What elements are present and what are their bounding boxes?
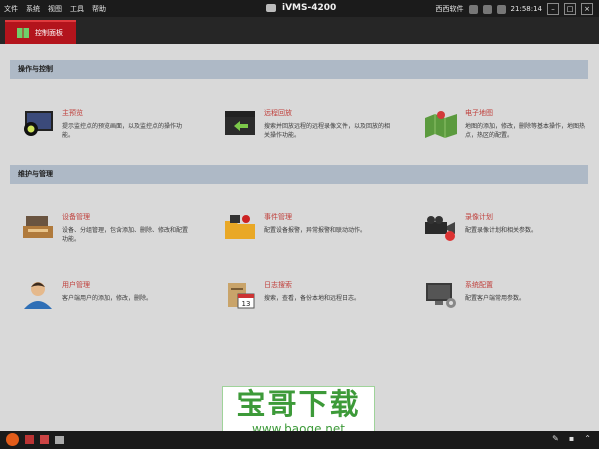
item-record-schedule[interactable]: 录像计划配置录像计划和相关参数。: [423, 212, 593, 252]
item-title: 用户管理: [62, 281, 90, 289]
item-log-search[interactable]: 13 日志搜索搜索，查看，备份本地和远程日志。: [222, 280, 392, 320]
volume-icon[interactable]: [496, 4, 506, 14]
item-desc: 配置录像计划和相关参数。: [465, 227, 538, 234]
clock-time: 21:58:14: [510, 5, 542, 13]
item-main-preview[interactable]: 主预览提示监控点的预览画面，以及监控点的操作功能。: [20, 108, 190, 148]
image-icon[interactable]: [40, 435, 49, 444]
item-title: 远程回放: [264, 109, 292, 117]
lock-icon[interactable]: [468, 4, 478, 14]
alarm-warning-icon[interactable]: [6, 433, 19, 446]
collapse-up-icon[interactable]: ⌃: [584, 434, 591, 443]
user-icon: [24, 282, 52, 309]
system-config-icon: [426, 283, 456, 308]
title-bar: 文件 系统 视图 工具 帮助 iVMS-4200 西西软件 21:58:14 –…: [0, 0, 599, 17]
app-title-text: iVMS-4200: [282, 3, 337, 13]
item-desc: 设备、分组管理，包含添加、删除、修改和配置功能。: [62, 227, 189, 243]
item-desc: 提示监控点的预览画面，以及监控点的操作功能。: [62, 123, 183, 139]
speaker-icon[interactable]: [55, 435, 64, 444]
menu-tools[interactable]: 工具: [70, 4, 84, 14]
tab-control-panel[interactable]: 控制面板: [5, 20, 76, 44]
playback-clapper-icon: [225, 111, 255, 135]
user-name: 西西软件: [435, 5, 464, 13]
item-title: 事件管理: [264, 213, 292, 221]
svg-text:13: 13: [242, 300, 251, 308]
camera-logo-icon: [266, 4, 276, 12]
event-folder-icon: [225, 215, 255, 239]
tab-label: 控制面板: [35, 29, 63, 37]
window-restore-icon[interactable]: ▪: [569, 434, 574, 443]
status-area: 西西软件 21:58:14 – □ ×: [436, 3, 593, 15]
maximize-button[interactable]: □: [564, 3, 576, 15]
menu-file[interactable]: 文件: [4, 4, 18, 14]
item-title: 主预览: [62, 109, 83, 117]
item-desc: 客户端用户的添加，修改，删除。: [62, 295, 153, 302]
item-title: 系统配置: [465, 281, 493, 289]
menu-system[interactable]: 系统: [26, 4, 40, 14]
item-desc: 配置客户端常用参数。: [465, 295, 526, 302]
item-system-config[interactable]: 系统配置配置客户端常用参数。: [423, 280, 593, 320]
item-title: 设备管理: [62, 213, 90, 221]
section-maintenance-management: 维护与管理: [10, 165, 588, 184]
tab-bar: 控制面板: [0, 17, 599, 44]
close-button[interactable]: ×: [581, 3, 593, 15]
item-desc: 配置设备报警，异常报警和联动动作。: [264, 227, 367, 234]
item-e-map[interactable]: 电子地图地图的添加，修改，删除等基本操作，地图热点，热区的配置。: [423, 108, 593, 148]
pin-icon[interactable]: ✎: [552, 434, 559, 443]
item-desc: 搜索并回放远程的远程录像文件，以及回放的相关操作功能。: [264, 123, 391, 139]
grid-icon: [17, 28, 29, 38]
item-user-management[interactable]: 用户管理客户端用户的添加，修改，删除。: [20, 280, 190, 320]
item-title: 日志搜索: [264, 281, 292, 289]
item-event-management[interactable]: 事件管理配置设备报警，异常报警和联动动作。: [222, 212, 392, 252]
monitor-preview-icon: [24, 111, 53, 136]
menu-bar: 文件 系统 视图 工具 帮助: [4, 4, 106, 14]
watermark-title: 宝哥下载: [236, 387, 361, 421]
item-remote-playback[interactable]: 远程回放搜索并回放远程的远程录像文件，以及回放的相关操作功能。: [222, 108, 392, 148]
map-icon: [425, 111, 457, 138]
item-desc: 搜索，查看，备份本地和远程日志。: [264, 295, 361, 302]
minimize-button[interactable]: –: [547, 3, 559, 15]
calendar-log-icon: 13: [228, 283, 255, 309]
item-title: 电子地图: [465, 109, 493, 117]
device-icon: [23, 216, 53, 238]
user-status-icon[interactable]: [25, 435, 34, 444]
section-operation-control: 操作与控制: [10, 60, 588, 79]
video-camera-icon: [425, 216, 455, 241]
app-title: iVMS-4200: [266, 3, 336, 13]
alarm-icon[interactable]: [482, 4, 492, 14]
item-desc: 地图的添加，修改，删除等基本操作，地图热点，热区的配置。: [465, 123, 586, 139]
item-title: 录像计划: [465, 213, 493, 221]
bottom-bar: ✎ ▪ ⌃: [0, 431, 599, 449]
menu-view[interactable]: 视图: [48, 4, 62, 14]
menu-help[interactable]: 帮助: [92, 4, 106, 14]
item-device-management[interactable]: 设备管理设备、分组管理，包含添加、删除、修改和配置功能。: [20, 212, 190, 252]
